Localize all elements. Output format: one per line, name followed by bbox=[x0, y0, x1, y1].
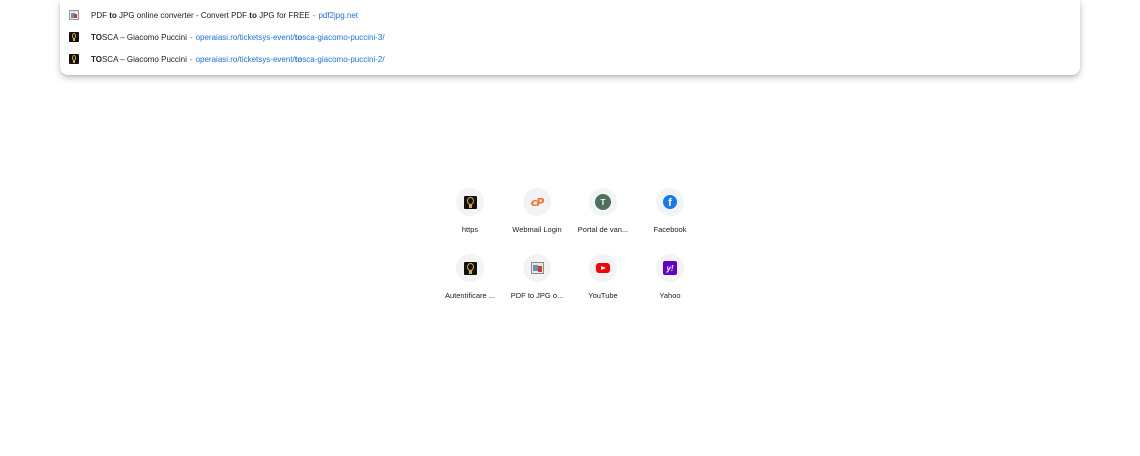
new-tab-page: PDF to JPG online converter - Convert PD… bbox=[0, 0, 1140, 456]
shortcut-icon-circle: y! bbox=[656, 254, 684, 282]
shortcut-label: YouTube bbox=[588, 291, 618, 300]
shortcut-label: Facebook bbox=[653, 225, 687, 234]
suggestion-url: pdf2jpg.net bbox=[318, 10, 359, 20]
suggestion-separator: - bbox=[189, 32, 193, 42]
letter-t-icon: T bbox=[595, 194, 611, 210]
pdf2jpg-favicon-icon bbox=[69, 10, 79, 20]
shortcut-webmail-login[interactable]: cP Webmail Login bbox=[504, 188, 570, 248]
shortcut-https[interactable]: https bbox=[437, 188, 503, 248]
shortcut-icon-circle bbox=[589, 254, 617, 282]
operaiasi-favicon-icon bbox=[69, 54, 79, 64]
cpanel-icon: cP bbox=[530, 195, 545, 209]
shortcut-icon-circle: cP bbox=[523, 188, 551, 216]
yahoo-icon: y! bbox=[663, 261, 677, 275]
shortcut-icon-circle: f bbox=[656, 188, 684, 216]
suggestion-row-pdf2jpg[interactable]: PDF to JPG online converter - Convert PD… bbox=[60, 4, 1080, 26]
suggestion-title: PDF to JPG online converter - Convert PD… bbox=[91, 10, 310, 20]
shortcut-label: https bbox=[461, 225, 479, 234]
shortcut-youtube[interactable]: YouTube bbox=[570, 254, 636, 314]
suggestion-title: TOSCA – Giacomo Puccini bbox=[91, 54, 187, 64]
shortcut-icon-circle bbox=[456, 188, 484, 216]
shortcut-facebook[interactable]: f Facebook bbox=[637, 188, 703, 248]
shortcut-pdf-to-jpg[interactable]: PDF to JPG o... bbox=[504, 254, 570, 314]
pdf2jpg-icon bbox=[530, 262, 544, 274]
shortcut-label: Portal de van... bbox=[577, 225, 629, 234]
suggestion-url: operaiasi.ro/ticketsys-event/tosca-giaco… bbox=[195, 32, 385, 42]
shortcut-icon-circle: T bbox=[589, 188, 617, 216]
suggestion-separator: - bbox=[312, 10, 316, 20]
shortcut-autentificare[interactable]: Autentificare ... bbox=[437, 254, 503, 314]
suggestion-url: operaiasi.ro/ticketsys-event/tosca-giaco… bbox=[195, 54, 385, 64]
shortcut-label: Webmail Login bbox=[512, 225, 562, 234]
shortcut-yahoo[interactable]: y! Yahoo bbox=[637, 254, 703, 314]
operaiasi-icon bbox=[463, 261, 477, 275]
shortcut-label: PDF to JPG o... bbox=[510, 291, 564, 300]
shortcut-label: Yahoo bbox=[659, 291, 681, 300]
shortcut-icon-circle bbox=[523, 254, 551, 282]
omnibox-suggestions-dropdown: PDF to JPG online converter - Convert PD… bbox=[60, 0, 1080, 75]
suggestion-row-tosca-3[interactable]: TOSCA – Giacomo Puccini - operaiasi.ro/t… bbox=[60, 26, 1080, 48]
youtube-icon bbox=[596, 263, 610, 273]
suggestion-title: TOSCA – Giacomo Puccini bbox=[91, 32, 187, 42]
shortcut-portal-de-vanzari[interactable]: T Portal de van... bbox=[570, 188, 636, 248]
operaiasi-icon bbox=[463, 195, 477, 209]
facebook-icon: f bbox=[663, 195, 677, 209]
operaiasi-favicon-icon bbox=[69, 32, 79, 42]
shortcut-label: Autentificare ... bbox=[444, 291, 496, 300]
shortcut-icon-circle bbox=[456, 254, 484, 282]
suggestion-separator: - bbox=[189, 54, 193, 64]
suggestion-row-tosca-2[interactable]: TOSCA – Giacomo Puccini - operaiasi.ro/t… bbox=[60, 48, 1080, 70]
